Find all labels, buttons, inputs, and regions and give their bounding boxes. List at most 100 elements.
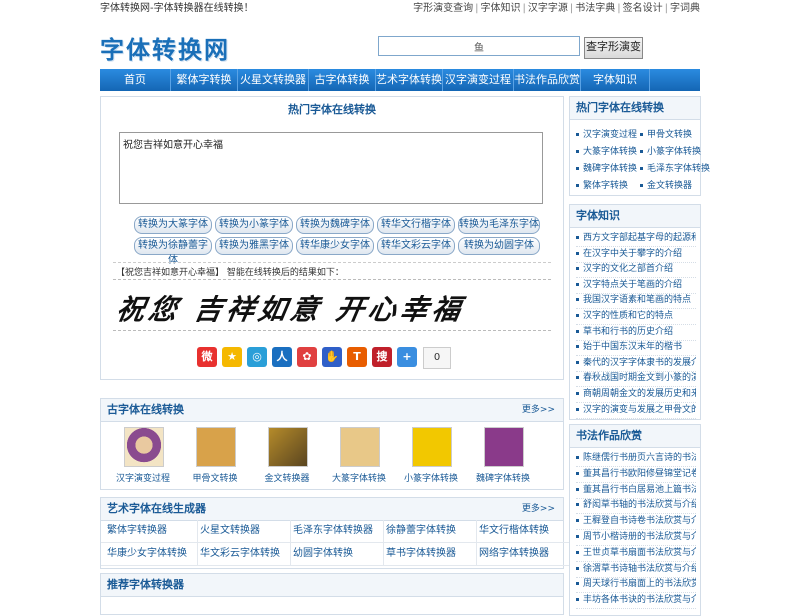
art-item-maozedong[interactable]: 毛泽东字体转换器 <box>287 520 384 543</box>
side-calligraphy-panel: 书法作品欣赏 陈继儒行书册页六言诗的书法欣赏董其昌行书欧阳修昼锦堂记卷欣赏董其昌… <box>569 424 701 616</box>
thumb-xiaozhuan[interactable] <box>412 427 452 467</box>
convert-maozedong-button[interactable]: 转换为毛泽东字体 <box>458 216 540 234</box>
side-hot-panel: 热门字体在线转换 汉字演变过程 甲骨文转换 大篆字体转换 小篆字体转换 魏碑字体… <box>569 96 710 196</box>
nav-ancient[interactable]: 古字体转换 <box>309 69 376 91</box>
side-hot-item-xiaozhuan[interactable]: 小篆字体转换 <box>640 144 701 157</box>
side-knowledge-item[interactable]: 始于中国东汉末年的楷书 <box>576 340 696 357</box>
nav-knowledge[interactable]: 字体知识 <box>581 69 650 91</box>
side-calligraphy-item[interactable]: 王世贞草书扇面书法欣赏与介绍 <box>576 546 696 562</box>
side-knowledge-item[interactable]: 西方文字部起基字母的起源和论述 <box>576 231 696 247</box>
side-calligraphy-item[interactable]: 董其昌行书欧阳修昼锦堂记卷欣赏 <box>576 467 696 483</box>
search-input[interactable] <box>378 36 580 56</box>
top-link-knowledge[interactable]: 字体知识 <box>481 3 521 14</box>
side-calligraphy-item[interactable]: 王穉登自书诗卷书法欣赏与介绍 <box>576 514 696 531</box>
more-share-icon[interactable]: + <box>397 347 417 367</box>
result-image: 祝您 吉祥如意 开心幸福 <box>113 279 551 331</box>
tianya-icon[interactable]: T <box>347 347 367 367</box>
site-logo[interactable]: 字体转换网 <box>100 30 230 65</box>
art-item-shaonv[interactable]: 华康少女字体转换 <box>101 543 198 566</box>
ancient-item-jinwen[interactable]: 金文转换器 <box>251 471 323 484</box>
side-knowledge-item[interactable]: 汉字的演变与发展之甲骨文的历史 <box>576 403 696 419</box>
convert-dazhuan-button[interactable]: 转换为大篆字体 <box>134 216 212 234</box>
side-calligraphy-item[interactable]: 董其昌行书白居易池上篇书法欣赏 <box>576 483 696 499</box>
search-button[interactable]: 查字形演变 <box>584 37 643 59</box>
renren-icon[interactable]: 人 <box>272 347 292 367</box>
side-knowledge-item[interactable]: 汉字的文化之部首介绍 <box>576 262 696 279</box>
text-input-area[interactable]: 祝您吉祥如意开心幸福 <box>119 132 543 204</box>
convert-yahei-button[interactable]: 转换为雅黑字体 <box>215 237 293 255</box>
art-more-link[interactable]: 更多>> <box>522 498 555 520</box>
convert-youyuan-button[interactable]: 转换为幼圆字体 <box>458 237 540 255</box>
side-knowledge-item[interactable]: 汉字的性质和它的特点 <box>576 309 696 325</box>
nav-home[interactable]: 首页 <box>100 69 171 91</box>
qzone-icon[interactable]: ★ <box>222 347 242 367</box>
side-hot-item-dazhuan[interactable]: 大篆字体转换 <box>576 144 637 157</box>
sohu-icon[interactable]: 搜 <box>372 347 392 367</box>
side-calligraphy-item[interactable]: 陈继儒行书册页六言诗的书法欣赏 <box>576 451 696 467</box>
art-item-network[interactable]: 网络字体转换器 <box>473 543 569 566</box>
side-calligraphy-item[interactable]: 周节小楷诗册的书法欣赏与介绍 <box>576 530 696 546</box>
convert-shaonv-button[interactable]: 转华康少女字体 <box>296 237 374 255</box>
top-link-origin[interactable]: 汉字字源 <box>528 3 568 14</box>
top-link-dictionary[interactable]: 书法字典 <box>575 3 615 14</box>
nav-calligraphy[interactable]: 书法作品欣赏 <box>514 69 581 91</box>
top-link-evolution[interactable]: 字形演变查询 <box>413 3 473 14</box>
ancient-item-dazhuan[interactable]: 大篆字体转换 <box>323 471 395 484</box>
top-bar: 字体转换网-字体转换器在线转换！ 字形演变查询 | 字体知识 | 汉字字源 | 书法字典 | 签… <box>100 0 700 18</box>
thumb-oracle[interactable] <box>196 427 236 467</box>
art-item-caiyun[interactable]: 华文彩云字体转换 <box>194 543 291 566</box>
art-item-xujinglei[interactable]: 徐静蕾字体转换 <box>380 520 477 543</box>
top-link-signature[interactable]: 签名设计 <box>623 3 663 14</box>
thumb-evolution[interactable] <box>124 427 164 467</box>
side-hot-item-traditional[interactable]: 繁体字转换 <box>576 178 628 191</box>
convert-xujinglei-button[interactable]: 转换为徐静蕾字体 <box>134 237 212 266</box>
site-tagline: 字体转换网-字体转换器在线转换！ <box>100 3 254 14</box>
thumb-dazhuan[interactable] <box>340 427 380 467</box>
side-calligraphy-item[interactable]: 舒闳草书轴的书法欣赏与介绍 <box>576 498 696 515</box>
art-item-xingkai[interactable]: 华文行楷体转换 <box>473 520 569 543</box>
ancient-item-weibei[interactable]: 魏碑字体转换 <box>467 471 539 484</box>
nav-martian[interactable]: 火星文转换器 <box>238 69 309 91</box>
convert-weibei-button[interactable]: 转换为魏碑字体 <box>296 216 374 234</box>
side-hot-item-oracle[interactable]: 甲骨文转换 <box>640 127 692 140</box>
nav-art[interactable]: 艺术字体转换 <box>376 69 443 91</box>
side-knowledge-item[interactable]: 汉字特点关于笔画的介绍 <box>576 278 696 294</box>
side-hot-item-maozedong[interactable]: 毛泽东字体转换 <box>640 161 710 174</box>
ancient-more-link[interactable]: 更多>> <box>522 399 555 421</box>
side-knowledge-item[interactable]: 商朝周朝金文的发展历史和来源 <box>576 387 696 403</box>
nav-traditional[interactable]: 繁体字转换 <box>171 69 238 91</box>
ancient-item-xiaozhuan[interactable]: 小篆字体转换 <box>395 471 467 484</box>
nav-evolution[interactable]: 汉字演变过程 <box>443 69 514 91</box>
baidu-icon[interactable]: ✋ <box>322 347 342 367</box>
side-knowledge-item[interactable]: 秦代的汉字字体隶书的发展介绍 <box>576 356 696 372</box>
side-calligraphy-item[interactable]: 徐渭草书诗轴书法欣赏与介绍 <box>576 562 696 578</box>
side-knowledge-title: 字体知识 <box>570 205 700 228</box>
art-item-caoshu[interactable]: 草书字体转换器 <box>380 543 477 566</box>
kaixin-icon[interactable]: ✿ <box>297 347 317 367</box>
ancient-item-oracle[interactable]: 甲骨文转换 <box>179 471 251 484</box>
thumb-weibei[interactable] <box>484 427 524 467</box>
convert-xingkai-button[interactable]: 转华文行楷字体 <box>377 216 455 234</box>
tencent-weibo-icon[interactable]: ◎ <box>247 347 267 367</box>
side-knowledge-panel: 字体知识 西方文字部起基字母的起源和论述在汉字中关于攀字的介绍汉字的文化之部首介… <box>569 204 701 420</box>
art-item-traditional[interactable]: 繁体字转换器 <box>101 520 198 543</box>
ancient-title: 古字体在线转换 更多>> <box>101 399 563 422</box>
side-knowledge-item[interactable]: 草书和行书的历史介绍 <box>576 325 696 341</box>
side-hot-item-weibei[interactable]: 魏碑字体转换 <box>576 161 637 174</box>
weibo-icon[interactable]: 微 <box>197 347 217 367</box>
side-knowledge-item[interactable]: 春秋战国时期金文到小篆的演变历 <box>576 371 696 388</box>
thumb-jinwen[interactable] <box>268 427 308 467</box>
side-calligraphy-item[interactable]: 丰坊各体书诀的书法欣赏与介绍 <box>576 593 696 610</box>
converter-panel: 热门字体在线转换 祝您吉祥如意开心幸福 转换为大篆字体 转换为小篆字体 转换为魏… <box>100 96 564 380</box>
ancient-item-evolution[interactable]: 汉字演变过程 <box>107 471 179 484</box>
side-knowledge-item[interactable]: 在汉字中关于攀字的介绍 <box>576 247 696 263</box>
top-link-words[interactable]: 字词典 <box>670 3 700 14</box>
convert-caiyun-button[interactable]: 转华文彩云字体 <box>377 237 455 255</box>
side-calligraphy-item[interactable]: 周天球行书扇面上的书法欣赏与介 <box>576 577 696 594</box>
convert-xiaozhuan-button[interactable]: 转换为小篆字体 <box>215 216 293 234</box>
side-hot-item-jinwen[interactable]: 金文转换器 <box>640 178 692 191</box>
side-knowledge-item[interactable]: 我国汉字语素和笔画的特点 <box>576 293 696 310</box>
side-hot-item-evolution[interactable]: 汉字演变过程 <box>576 127 637 140</box>
art-item-youyuan[interactable]: 幼圆字体转换 <box>287 543 384 566</box>
art-item-martian[interactable]: 火星文转换器 <box>194 520 291 543</box>
